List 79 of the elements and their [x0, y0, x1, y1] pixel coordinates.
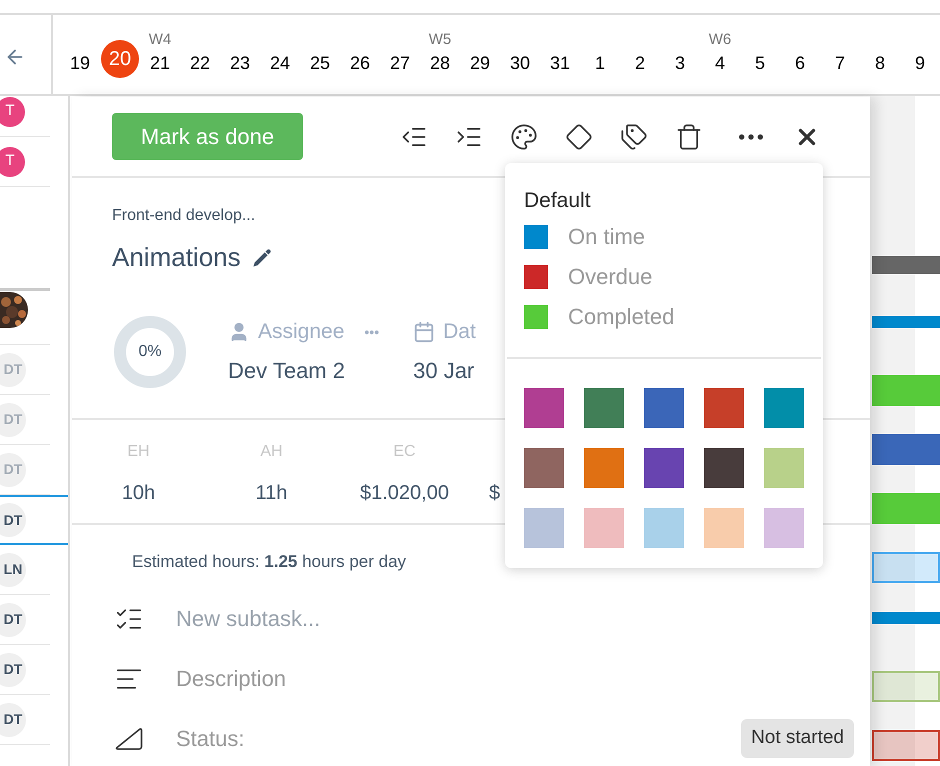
task-bar[interactable] — [872, 671, 940, 702]
week-label: W5 — [428, 31, 452, 48]
day-number[interactable]: 21 — [150, 50, 170, 77]
day-number[interactable]: 30 — [510, 50, 530, 77]
stat-value: 11h — [256, 481, 288, 506]
day-number[interactable]: 26 — [350, 50, 370, 77]
summary-bar[interactable] — [872, 256, 940, 274]
avatar: LN — [0, 552, 26, 586]
pencil-icon[interactable] — [250, 246, 273, 268]
color-swatch[interactable] — [644, 448, 684, 488]
color-swatch[interactable] — [644, 508, 684, 548]
day-number[interactable]: 23 — [230, 50, 250, 77]
day-number[interactable]: 2 — [634, 50, 645, 77]
color-swatch[interactable] — [704, 388, 744, 428]
trash-icon[interactable] — [675, 122, 703, 150]
day-number[interactable]: 20 — [101, 40, 139, 78]
stat-value: $ — [489, 481, 500, 506]
diamond-icon[interactable] — [565, 122, 593, 150]
task-bar[interactable] — [872, 552, 940, 583]
day-number[interactable]: 4 — [714, 50, 725, 77]
legend-swatch[interactable] — [524, 304, 548, 328]
color-swatch[interactable] — [644, 388, 684, 428]
calendar-icon — [413, 321, 436, 343]
task-title: Animations — [112, 241, 241, 274]
date-value[interactable]: 30 Jar — [413, 354, 476, 387]
day-number[interactable]: 24 — [270, 50, 290, 77]
assignee-label: Assignee — [258, 319, 344, 346]
day-number[interactable]: 3 — [674, 50, 685, 77]
avatar: DT — [0, 652, 26, 686]
day-number[interactable]: 19 — [70, 50, 90, 77]
color-swatch[interactable] — [764, 448, 804, 488]
avatar: DT — [0, 402, 26, 436]
estimate-text: Estimated hours: 1.25 hours per day — [132, 552, 406, 571]
progress-ring: 0% — [114, 316, 186, 388]
assignee-value[interactable]: Dev Team 2 — [228, 354, 380, 387]
tags-icon[interactable] — [620, 122, 648, 150]
color-swatch[interactable] — [524, 388, 564, 428]
stat-value: $1.020,00 — [360, 481, 449, 506]
palette-icon[interactable] — [510, 122, 538, 150]
menu-heading: Default — [524, 188, 592, 214]
day-number[interactable]: 27 — [390, 50, 410, 77]
status-badge[interactable]: Not started — [741, 719, 854, 758]
status-label: Status: — [176, 725, 244, 753]
color-swatch[interactable] — [584, 448, 624, 488]
avatar: T — [0, 146, 25, 176]
day-number[interactable]: 6 — [794, 50, 805, 77]
task-bar[interactable] — [872, 730, 940, 761]
day-number[interactable]: 9 — [914, 50, 925, 77]
day-number[interactable]: 31 — [550, 50, 570, 77]
subtask-field[interactable]: New subtask... — [176, 602, 576, 635]
week-label: W6 — [708, 31, 732, 48]
color-swatch[interactable] — [704, 448, 744, 488]
day-number[interactable]: 22 — [190, 50, 210, 77]
day-number[interactable]: 28 — [430, 50, 450, 77]
avatar: DT — [0, 702, 26, 736]
day-number[interactable]: 1 — [594, 50, 605, 77]
legend-swatch[interactable] — [524, 224, 548, 248]
avatar: DT — [0, 452, 26, 486]
description-field[interactable]: Description — [176, 662, 576, 695]
stat-value: 10h — [122, 481, 156, 506]
day-number[interactable]: 29 — [470, 50, 490, 77]
color-swatch[interactable] — [524, 508, 564, 548]
day-number[interactable]: 7 — [834, 50, 845, 77]
day-number[interactable]: 25 — [310, 50, 330, 77]
day-number[interactable]: 5 — [754, 50, 765, 77]
color-swatch[interactable] — [764, 388, 804, 428]
avatar: DT — [0, 602, 26, 636]
color-swatch[interactable] — [764, 508, 804, 548]
color-swatch[interactable] — [524, 448, 564, 488]
color-swatch[interactable] — [584, 508, 624, 548]
week-label: W4 — [148, 31, 172, 48]
legend-swatch[interactable] — [524, 264, 548, 288]
date-label: Dat — [443, 319, 476, 346]
day-number[interactable]: 8 — [874, 50, 885, 77]
color-swatch[interactable] — [584, 388, 624, 428]
avatar: DT — [0, 503, 26, 537]
avatar: T — [0, 96, 25, 126]
color-swatch[interactable] — [704, 508, 744, 548]
avatar: DT — [0, 352, 26, 386]
